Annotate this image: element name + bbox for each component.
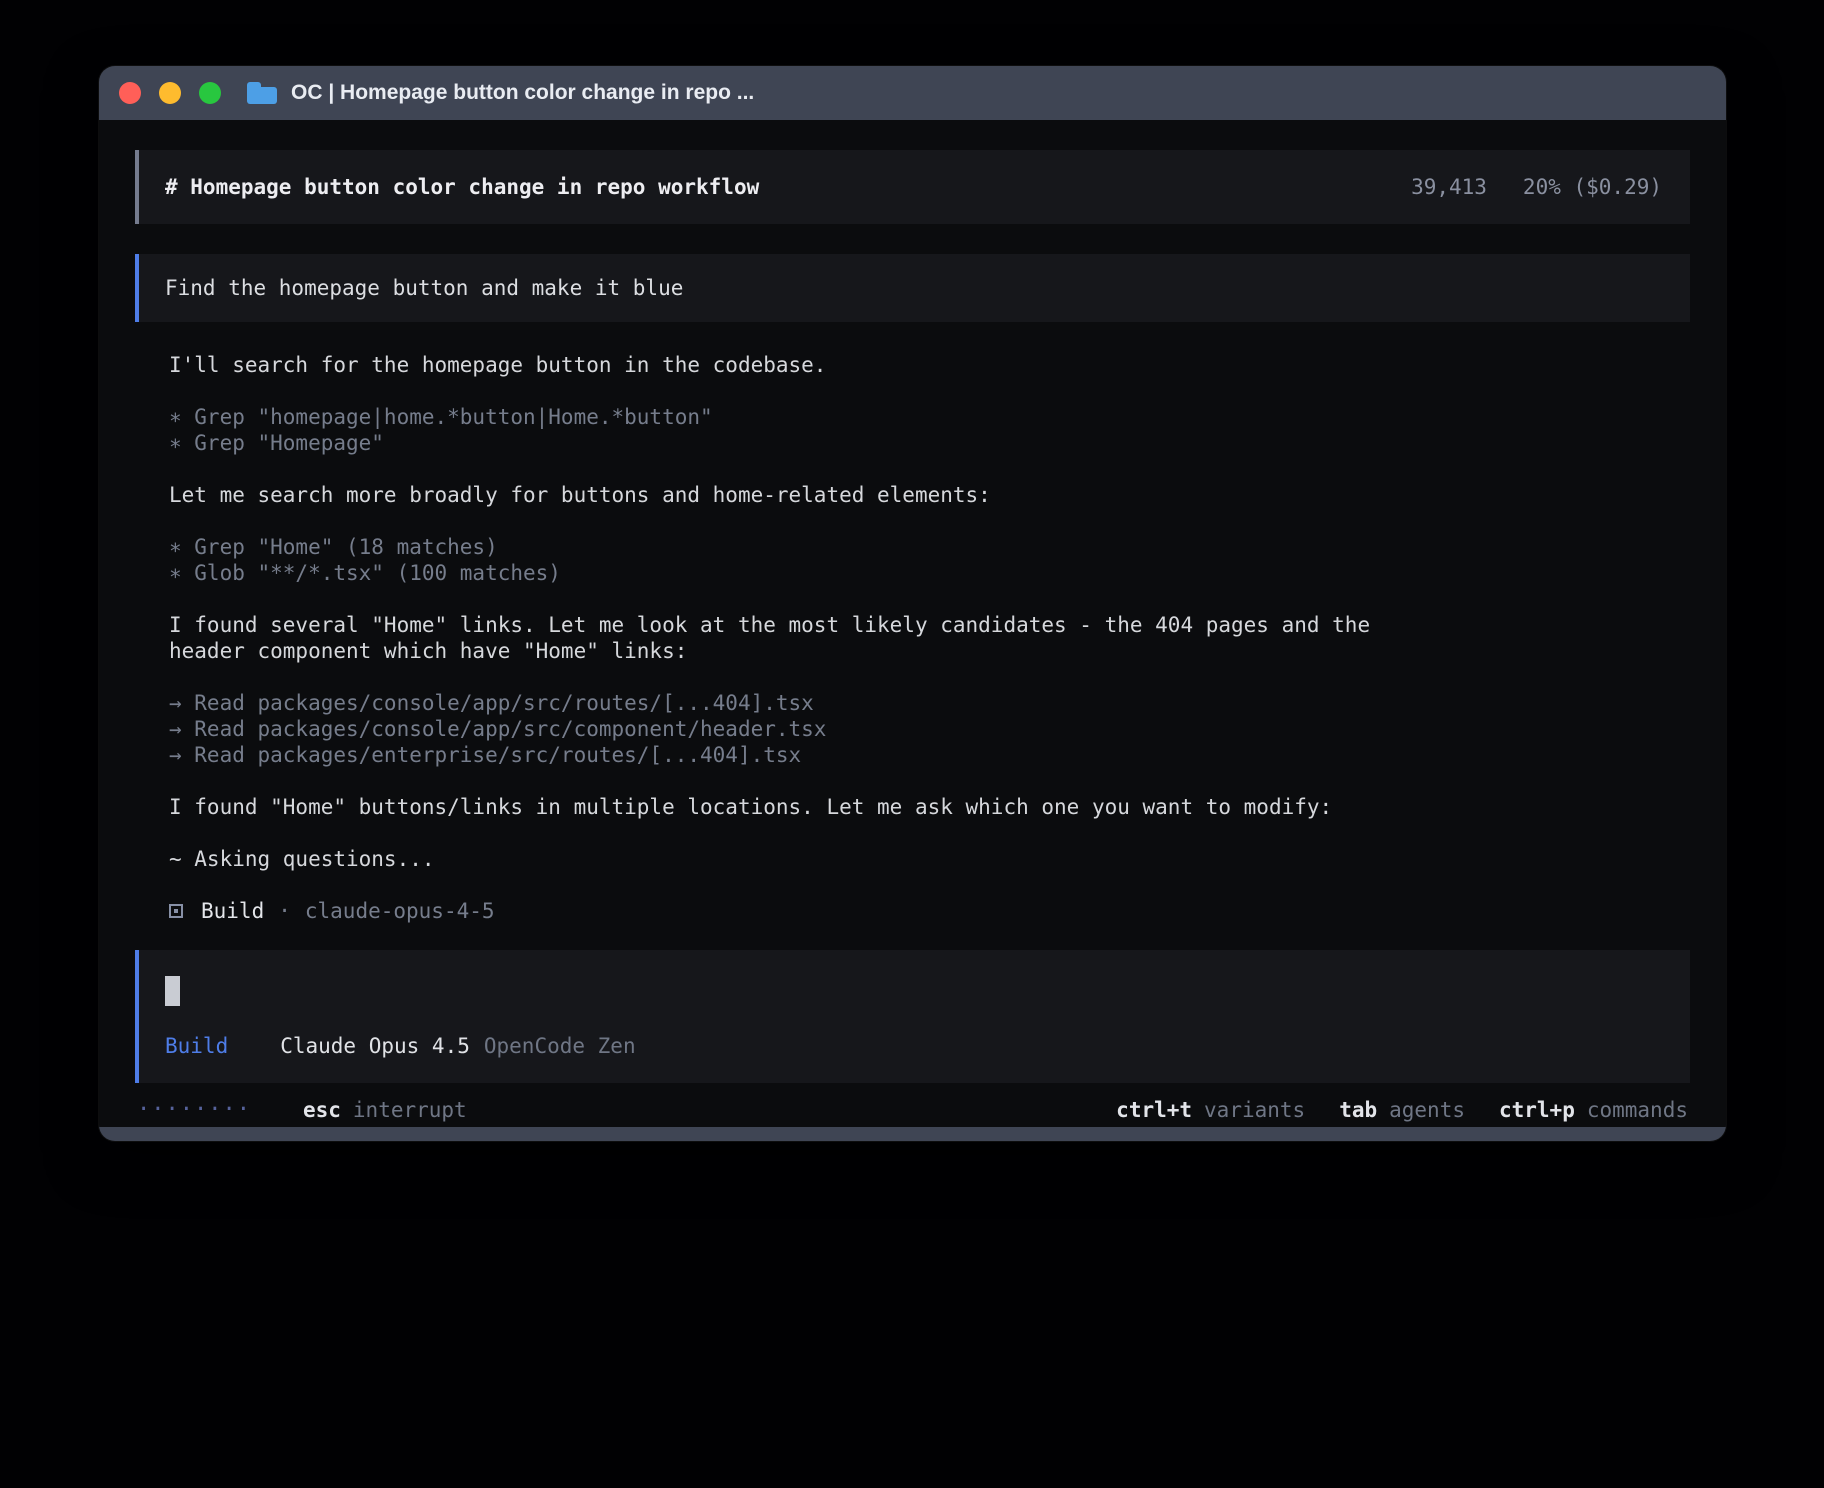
minimize-button[interactable] [159, 82, 181, 104]
spinner-dots: ········ [137, 1097, 251, 1123]
text-cursor [165, 976, 180, 1006]
tab-key-hint: tab [1339, 1098, 1377, 1122]
shortcut-agents: tab agents [1339, 1097, 1465, 1123]
token-count: 39,413 [1411, 174, 1487, 200]
assistant-text: Let me search more broadly for buttons a… [169, 482, 1395, 508]
title-bar[interactable]: OC | Homepage button color change in rep… [99, 66, 1726, 120]
tool-call-grep: ∗ Grep "homepage|home.*button|Home.*butt… [169, 404, 1690, 430]
tool-call-read: → Read packages/console/app/src/routes/[… [169, 690, 1690, 716]
ctrl-p-key-label: commands [1587, 1098, 1688, 1122]
user-message: Find the homepage button and make it blu… [135, 254, 1690, 322]
assistant-text: I'll search for the homepage button in t… [169, 352, 1395, 378]
assistant-text: I found "Home" buttons/links in multiple… [169, 794, 1395, 820]
ctrl-t-key-hint: ctrl+t [1116, 1098, 1192, 1122]
terminal-content: # Homepage button color change in repo w… [99, 120, 1726, 1127]
agent-separator: · [278, 898, 291, 924]
ctrl-t-key-label: variants [1204, 1098, 1305, 1122]
model-name: Claude Opus 4.5 [280, 1033, 470, 1059]
tool-call-read: → Read packages/enterprise/src/routes/[.… [169, 742, 1690, 768]
status-bar: ········ esc interrupt ctrl+t variants ta… [135, 1097, 1690, 1123]
input-meta: Build Claude Opus 4.5 OpenCode Zen [165, 1033, 1664, 1059]
shortcut-variants: ctrl+t variants [1116, 1097, 1305, 1123]
agent-status: Build · claude-opus-4-5 [169, 898, 1690, 924]
esc-key-hint: esc [303, 1097, 341, 1123]
tab-key-label: agents [1389, 1098, 1465, 1122]
agent-build-icon [169, 904, 183, 918]
status-bar-right: ctrl+t variants tab agents ctrl+p commands [1116, 1097, 1688, 1123]
provider-name: OpenCode Zen [484, 1033, 636, 1059]
user-message-text: Find the homepage button and make it blu… [165, 276, 683, 300]
session-title: # Homepage button color change in repo w… [165, 174, 759, 200]
session-header: # Homepage button color change in repo w… [135, 150, 1690, 224]
assistant-text: I found several "Home" links. Let me loo… [169, 612, 1395, 664]
agent-name: Build [201, 898, 264, 924]
tool-call-grep: ∗ Grep "Homepage" [169, 430, 1690, 456]
session-meta: 39,413 20% ($0.29) [1411, 174, 1662, 200]
zoom-button[interactable] [199, 82, 221, 104]
folder-icon [247, 82, 277, 104]
tool-call-read: → Read packages/console/app/src/componen… [169, 716, 1690, 742]
terminal-window: OC | Homepage button color change in rep… [99, 66, 1726, 1141]
close-button[interactable] [119, 82, 141, 104]
agent-model: claude-opus-4-5 [305, 898, 495, 924]
asking-questions-status: ~ Asking questions... [169, 846, 1690, 872]
esc-key-label: interrupt [353, 1097, 467, 1123]
context-usage: 20% ($0.29) [1523, 174, 1662, 200]
prompt-input[interactable]: Build Claude Opus 4.5 OpenCode Zen [135, 950, 1690, 1083]
transcript: I'll search for the homepage button in t… [135, 352, 1690, 924]
status-bar-left: ········ esc interrupt [137, 1097, 467, 1123]
window-title: OC | Homepage button color change in rep… [291, 81, 754, 105]
ctrl-p-key-hint: ctrl+p [1499, 1098, 1575, 1122]
tool-call-glob: ∗ Glob "**/*.tsx" (100 matches) [169, 560, 1690, 586]
tool-call-grep: ∗ Grep "Home" (18 matches) [169, 534, 1690, 560]
shortcut-commands: ctrl+p commands [1499, 1097, 1688, 1123]
mode-badge[interactable]: Build [165, 1033, 228, 1059]
